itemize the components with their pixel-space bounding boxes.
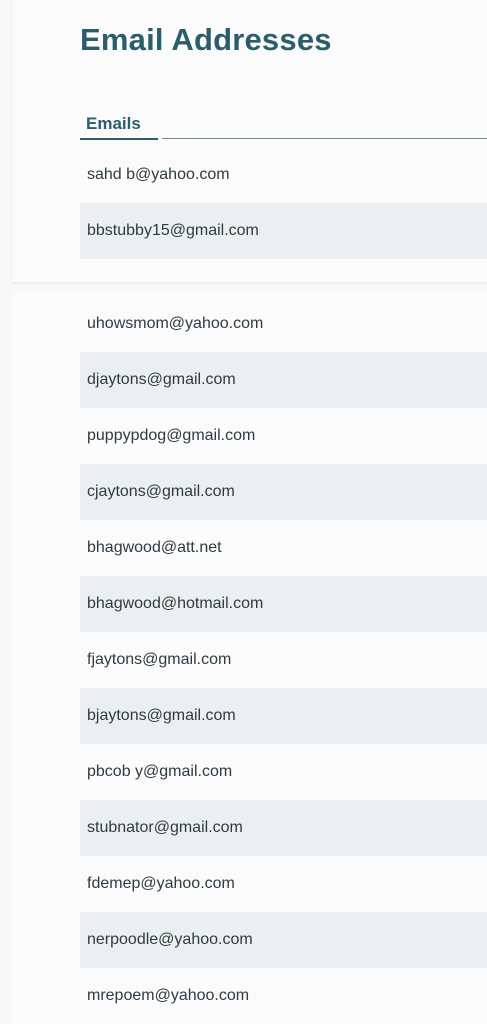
- email-row[interactable]: bbstubby15@gmail.com: [80, 203, 487, 259]
- email-row[interactable]: pbcob y@gmail.com: [80, 744, 487, 800]
- email-row[interactable]: cjaytons@gmail.com: [80, 464, 487, 520]
- email-row[interactable]: stubnator@gmail.com: [80, 800, 487, 856]
- email-row[interactable]: fjaytons@gmail.com: [80, 632, 487, 688]
- email-row[interactable]: djaytons@gmail.com: [80, 352, 487, 408]
- email-row[interactable]: uhowsmom@yahoo.com: [80, 296, 487, 352]
- header-divider: [162, 138, 487, 139]
- page-title: Email Addresses: [80, 22, 332, 57]
- emails-column-header-label: Emails: [86, 114, 141, 133]
- emails-column-header[interactable]: Emails: [80, 110, 158, 140]
- email-row[interactable]: bhagwood@hotmail.com: [80, 576, 487, 632]
- email-row[interactable]: fdemep@yahoo.com: [80, 856, 487, 912]
- email-row[interactable]: puppypdog@gmail.com: [80, 408, 487, 464]
- email-row[interactable]: mrepoem@yahoo.com: [80, 968, 487, 1024]
- email-row[interactable]: nerpoodle@yahoo.com: [80, 912, 487, 968]
- email-row[interactable]: sahd b@yahoo.com: [80, 147, 487, 203]
- email-row[interactable]: bhagwood@att.net: [80, 520, 487, 576]
- email-row[interactable]: bjaytons@gmail.com: [80, 688, 487, 744]
